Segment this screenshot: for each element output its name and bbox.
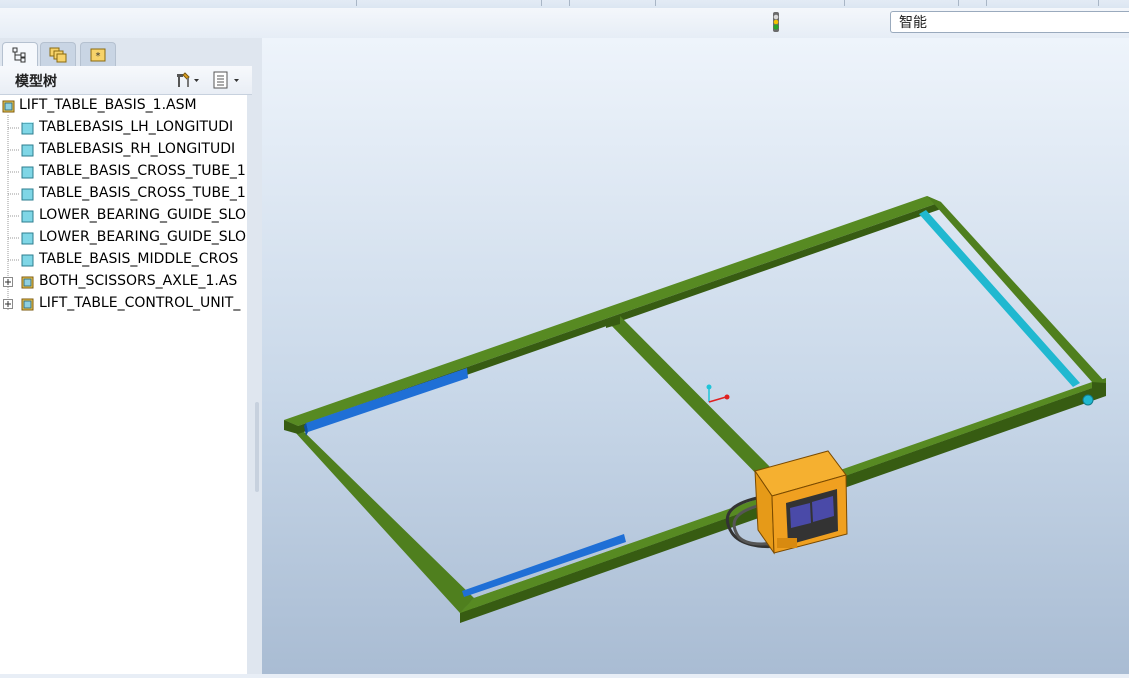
part-icon xyxy=(21,232,34,245)
settings-icon xyxy=(177,72,199,87)
assembly-icon xyxy=(21,298,34,311)
model-tree-tab-icon xyxy=(12,47,26,62)
tree-show-button[interactable] xyxy=(212,70,246,90)
tree-root[interactable]: LIFT_TABLE_BASIS_1.ASM xyxy=(0,95,247,117)
tab-layers[interactable] xyxy=(40,42,76,66)
navigator-tabs: * xyxy=(0,38,262,66)
part-icon xyxy=(21,254,34,267)
graphics-viewport[interactable] xyxy=(262,38,1129,674)
tree-item-label: TABLEBASIS_LH_LONGITUDI xyxy=(39,119,234,135)
scissors-axle xyxy=(919,210,1094,406)
tree-item-label: TABLE_BASIS_CROSS_TUBE_1 xyxy=(39,185,246,201)
csys-marker xyxy=(706,384,730,403)
tree-item-label: TABLEBASIS_RH_LONGITUDI xyxy=(39,141,236,157)
tree-item-label: LOWER_BEARING_GUIDE_SLO xyxy=(39,207,246,223)
tree-item[interactable]: TABLEBASIS_RH_LONGITUDI xyxy=(0,139,247,161)
tab-model-tree[interactable] xyxy=(2,42,38,66)
model-3d-view xyxy=(284,196,1106,623)
part-icon xyxy=(21,122,34,135)
tree-item[interactable]: BOTH_SCISSORS_AXLE_1.AS xyxy=(0,271,247,293)
svg-text:*: * xyxy=(96,51,101,62)
tree-root-label: LIFT_TABLE_BASIS_1.ASM xyxy=(19,97,197,113)
part-icon xyxy=(21,210,34,223)
tree-settings-button[interactable] xyxy=(174,70,200,90)
tree-item-label: LOWER_BEARING_GUIDE_SLO xyxy=(39,229,246,245)
tree-item-label: TABLE_BASIS_MIDDLE_CROS xyxy=(39,251,239,267)
show-icon xyxy=(213,71,239,89)
tree-item[interactable]: TABLE_BASIS_CROSS_TUBE_1 xyxy=(0,161,247,183)
part-icon xyxy=(21,144,34,157)
tree-item-label: TABLE_BASIS_CROSS_TUBE_1 xyxy=(39,163,246,179)
control-unit xyxy=(725,450,848,555)
tree-item-label: LIFT_TABLE_CONTROL_UNIT_ xyxy=(39,295,241,311)
part-icon xyxy=(21,166,34,179)
expand-icon[interactable] xyxy=(3,277,13,287)
search-input[interactable]: 智能 xyxy=(890,11,1129,33)
model-tree-title: 模型树 xyxy=(15,74,57,90)
tree-item[interactable]: TABLE_BASIS_CROSS_TUBE_1 xyxy=(0,183,247,205)
model-tree: LIFT_TABLE_BASIS_1.ASM TABLEBASIS_LH_LON… xyxy=(0,95,247,674)
tree-item[interactable]: LOWER_BEARING_GUIDE_SLO xyxy=(0,227,247,249)
favorites-tab-icon: * xyxy=(90,48,106,62)
assembly-icon xyxy=(21,276,34,289)
panel-splitter[interactable] xyxy=(252,66,262,674)
model-tree-header: 模型树 xyxy=(0,66,252,95)
tree-item[interactable]: LOWER_BEARING_GUIDE_SLO xyxy=(0,205,247,227)
tree-item-label: BOTH_SCISSORS_AXLE_1.AS xyxy=(39,273,238,289)
tab-favorites[interactable]: * xyxy=(80,42,116,66)
splitter-grip[interactable] xyxy=(255,402,259,492)
tree-item[interactable]: TABLE_BASIS_MIDDLE_CROS xyxy=(0,249,247,271)
navigator-panel: * 模型树 LIFT_TABLE_BASIS_1.ASM TABLEBASIS_… xyxy=(0,38,262,674)
frame xyxy=(284,196,1106,623)
expand-icon[interactable] xyxy=(3,299,13,309)
tree-item[interactable]: TABLEBASIS_LH_LONGITUDI xyxy=(0,117,247,139)
part-icon xyxy=(21,188,34,201)
status-light-icon[interactable] xyxy=(769,11,783,33)
status-toolbar: 智能 xyxy=(0,8,1129,39)
tree-item[interactable]: LIFT_TABLE_CONTROL_UNIT_ xyxy=(0,293,247,315)
layer-tab-icon xyxy=(49,47,67,62)
